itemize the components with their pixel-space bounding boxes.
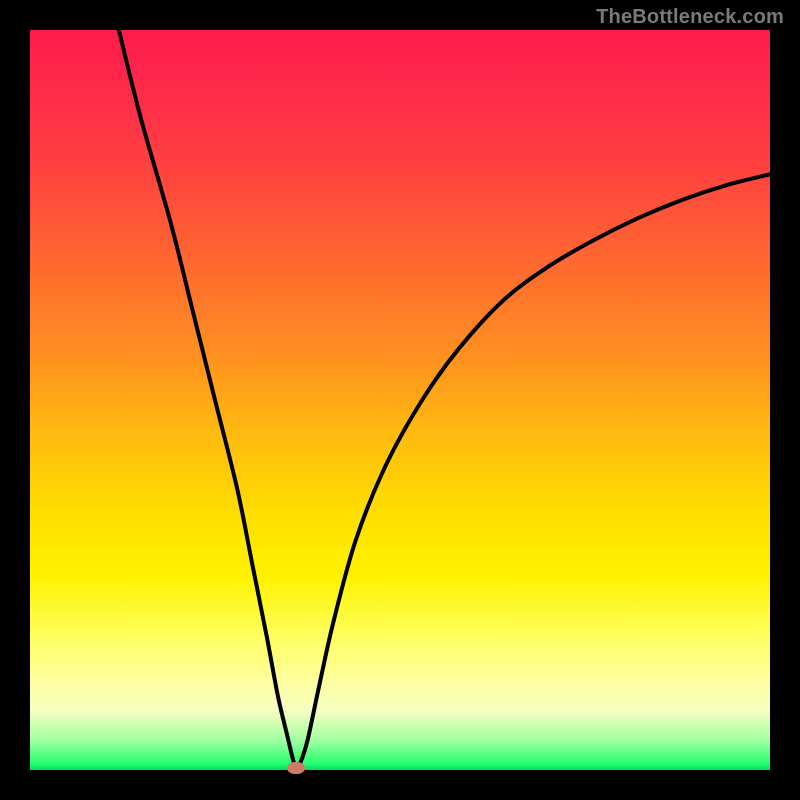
optimum-marker bbox=[287, 762, 305, 774]
plot-area bbox=[30, 30, 770, 770]
curve-layer bbox=[30, 30, 770, 770]
bottleneck-curve bbox=[119, 30, 770, 768]
chart-frame: TheBottleneck.com bbox=[0, 0, 800, 800]
watermark-text: TheBottleneck.com bbox=[596, 6, 784, 29]
